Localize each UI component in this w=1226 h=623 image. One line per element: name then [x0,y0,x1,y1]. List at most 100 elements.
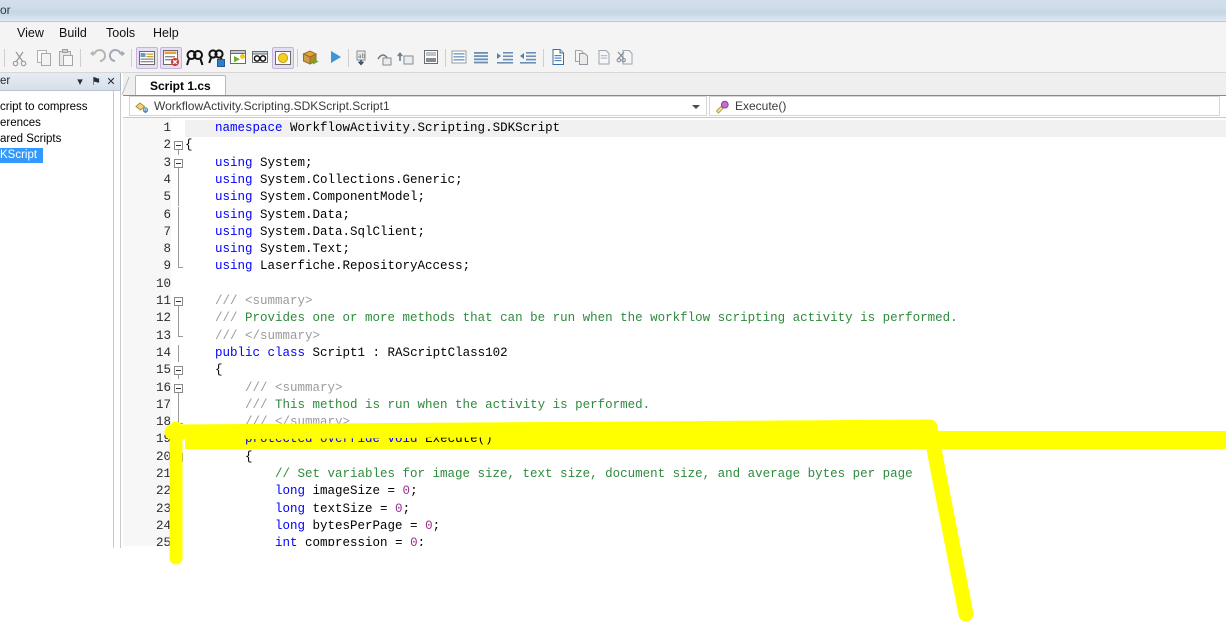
new-file-icon[interactable] [548,47,570,69]
code-text [185,294,215,308]
tree-view[interactable]: cript to compress erences ared Scripts K… [0,91,119,553]
tab-script1-cs[interactable]: Script 1.cs [135,75,226,95]
fold-guide-line [178,310,179,327]
step-out-icon[interactable] [396,47,418,69]
code-line[interactable]: protected override void Execute() [185,431,493,448]
code-text: ; [410,484,418,498]
code-line[interactable]: { [185,362,223,379]
member-dropdown[interactable]: Execute() [709,96,1220,116]
line-number: 8 [127,241,171,258]
title-bar: or [0,0,1226,22]
fold-guide-line [178,466,179,483]
code-line[interactable]: /// Provides one or more methods that ca… [185,310,958,327]
code-line[interactable]: using System.Data.SqlClient; [185,224,425,241]
chevron-down-icon[interactable]: ▾ [74,75,86,88]
code-text: WorkflowActivity.Scripting.SDKScript [290,121,560,135]
copy-icon[interactable] [33,47,55,69]
object-browser-icon[interactable] [250,47,272,69]
code-line[interactable]: using System.Data; [185,207,350,224]
code-line[interactable]: /// </summary> [185,328,320,345]
tree-item-shared-scripts[interactable]: ared Scripts [0,132,63,147]
menu-item-tools[interactable]: Tools [99,25,142,41]
code-text [185,346,215,360]
fold-toggle-icon[interactable] [174,141,183,150]
paste-file-icon[interactable] [594,47,616,69]
fold-guide-line [178,207,179,224]
code-line[interactable]: public class Script1 : RAScriptClass102 [185,345,508,362]
tree-item-sdkscript[interactable]: KScript [0,148,43,163]
code-line[interactable]: int compression = 0; [185,535,425,546]
code-xmldoc: </summary> [275,415,350,429]
code-comment: Provides one or more methods that can be… [245,311,958,325]
panel-header: er ▾ ⚑ ✕ [0,73,120,91]
fold-toggle-icon[interactable] [174,297,183,306]
code-text [185,208,215,222]
step-into-icon[interactable]: ab [352,47,374,69]
code-line[interactable]: /// <summary> [185,293,313,310]
toolbar-separator [80,49,81,67]
redo-icon[interactable] [108,47,130,69]
comment-block-icon[interactable] [449,47,471,69]
fold-toggle-icon[interactable] [174,384,183,393]
fold-guide-line [178,189,179,206]
code-line[interactable]: using Laserfiche.RepositoryAccess; [185,258,470,275]
find-icon[interactable] [184,47,206,69]
menu-item-view[interactable]: View [10,25,51,41]
code-line[interactable]: long bytesPerPage = 0; [185,518,440,535]
code-line[interactable]: /// <summary> [185,380,343,397]
chevron-down-icon[interactable] [692,105,700,109]
cut-icon[interactable] [9,47,31,69]
find-in-files-icon[interactable] [206,47,228,69]
code-line[interactable]: namespace WorkflowActivity.Scripting.SDK… [185,120,560,137]
fold-toggle-icon[interactable] [174,453,183,462]
code-line[interactable]: /// This method is run when the activity… [185,397,650,414]
menu-item-build[interactable]: Build [52,25,94,41]
code-line[interactable]: { [185,449,253,466]
toolbar-separator [297,49,298,67]
code-line[interactable]: using System; [185,155,313,172]
toolbox-icon[interactable] [272,47,294,69]
uncomment-block-icon[interactable] [471,47,493,69]
task-list-icon[interactable] [160,47,182,69]
fold-toggle-icon[interactable] [174,159,183,168]
output-window-icon[interactable] [228,47,250,69]
paste-icon[interactable] [55,47,77,69]
increase-indent-icon[interactable] [495,47,517,69]
toolbar-separator [131,49,132,67]
step-over-icon[interactable] [374,47,396,69]
editor-tab-strip: Script 1.cs [123,73,1226,96]
code-line[interactable]: using System.Collections.Generic; [185,172,463,189]
code-text: ; [433,519,441,533]
code-line[interactable]: /// </summary> [185,414,350,431]
code-line[interactable]: long textSize = 0; [185,501,410,518]
undo-icon[interactable] [85,47,107,69]
code-line[interactable]: { [185,137,193,154]
code-line[interactable]: // Set variables for image size, text si… [185,466,913,483]
panel-scrollbar[interactable] [113,91,121,553]
tree-item-references[interactable]: erences [0,116,43,131]
fold-guide-line [178,414,179,423]
code-xmldoc: /// [245,415,275,429]
code-folding-margin[interactable] [171,118,185,546]
copy-file-icon[interactable] [572,47,594,69]
pin-icon[interactable]: ⚑ [90,75,102,88]
source-code[interactable]: namespace WorkflowActivity.Scripting.SDK… [185,118,1226,546]
code-text [185,536,275,546]
code-line[interactable]: using System.Text; [185,241,350,258]
code-text-area[interactable]: 1234567891011121314151617181920212223242… [123,118,1226,546]
fold-toggle-icon[interactable] [174,366,183,375]
properties-window-icon[interactable] [136,47,158,69]
cut-file-icon[interactable] [616,47,638,69]
decrease-indent-icon[interactable] [518,47,540,69]
build-solution-icon[interactable] [301,47,323,69]
menu-item-help[interactable]: Help [146,25,186,41]
code-line[interactable]: using System.ComponentModel; [185,189,425,206]
code-keyword: override [320,432,388,446]
breakpoints-icon[interactable] [421,47,443,69]
type-dropdown[interactable]: WorkflowActivity.Scripting.SDKScript.Scr… [129,96,707,116]
close-icon[interactable]: ✕ [105,75,117,88]
tree-item-script-to-compress[interactable]: cript to compress [0,100,90,115]
run-icon[interactable] [325,47,347,69]
fold-guide-line [178,535,179,546]
code-line[interactable]: long imageSize = 0; [185,483,418,500]
